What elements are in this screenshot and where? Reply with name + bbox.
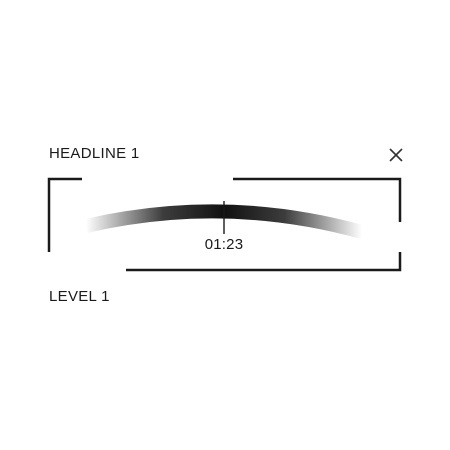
timeline-scrubber[interactable] — [0, 0, 450, 450]
current-time-label: 01:23 — [204, 236, 244, 253]
level-label: LEVEL 1 — [49, 288, 110, 305]
